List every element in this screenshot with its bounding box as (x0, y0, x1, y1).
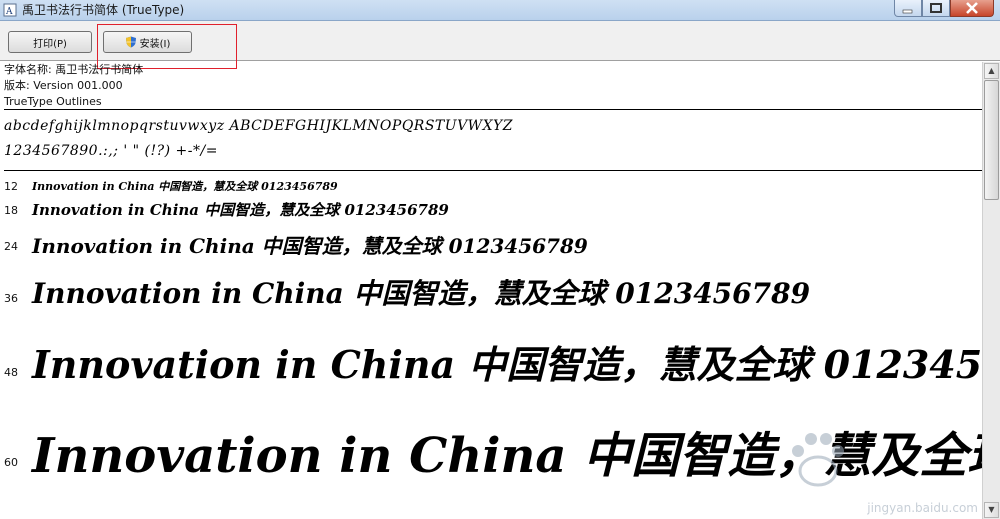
scroll-down-button[interactable]: ▼ (984, 502, 999, 518)
sample-text: Innovation in China 中国智造，慧及全球 0123456789 (32, 234, 588, 258)
maximize-icon (930, 3, 942, 13)
minimize-icon (902, 9, 913, 14)
minimize-button[interactable] (894, 0, 922, 17)
caption-buttons (894, 0, 994, 19)
svg-text:A: A (5, 7, 13, 17)
maximize-button[interactable] (922, 0, 950, 17)
title-bar[interactable]: A 禹卫书法行书简体 (TrueType) (0, 0, 1000, 21)
baidu-paw-icon (792, 433, 844, 487)
sample-text: Innovation in China 中国智造，慧及全球 0123456789 (32, 277, 811, 310)
font-outline-line: TrueType Outlines (4, 95, 102, 108)
size-label: 24 (4, 240, 18, 253)
sample-text: Innovation in China 中国智造，慧及全球 0123456789 (32, 342, 982, 387)
font-name-line: 字体名称: 禹卫书法行书简体 (4, 63, 144, 76)
baidu-watermark: jingyan.baidu.com (768, 415, 978, 515)
size-label: 12 (4, 180, 18, 193)
size-label: 18 (4, 204, 18, 217)
close-button[interactable] (950, 0, 994, 17)
divider-bottom (4, 170, 982, 171)
sample-text: Innovation in China 中国智造，慧及全球 0123456789 (32, 201, 449, 219)
divider-top (4, 109, 982, 110)
size-label: 60 (4, 456, 18, 469)
size-label: 48 (4, 366, 18, 379)
charset-letters: abcdefghijklmnopqrstuvwxyz ABCDEFGHIJKLM… (4, 118, 514, 134)
scroll-thumb[interactable] (984, 80, 999, 200)
scroll-up-button[interactable]: ▲ (984, 63, 999, 79)
print-button[interactable]: 打印(P) (8, 31, 92, 53)
close-icon (966, 2, 978, 14)
font-version-line: 版本: Version 001.000 (4, 79, 123, 92)
font-file-icon: A (3, 3, 17, 17)
charset-digits: 1234567890.:,; ' " (!?) +-*/= (4, 143, 218, 159)
size-label: 36 (4, 292, 18, 305)
sample-text: Innovation in China 中国智造，慧及全球 0123456789 (32, 180, 338, 193)
vertical-scrollbar[interactable]: ▲ ▼ (982, 62, 1000, 519)
watermark-text: jingyan.baidu.com (867, 501, 978, 515)
window-title: 禹卫书法行书简体 (TrueType) (22, 3, 185, 17)
font-viewer-window: A 禹卫书法行书简体 (TrueType) 打印(P) 安装(I) 字体名称: … (0, 0, 1000, 519)
print-button-label: 打印(P) (33, 38, 67, 50)
font-info: 字体名称: 禹卫书法行书简体 版本: Version 001.000 TrueT… (4, 62, 143, 110)
